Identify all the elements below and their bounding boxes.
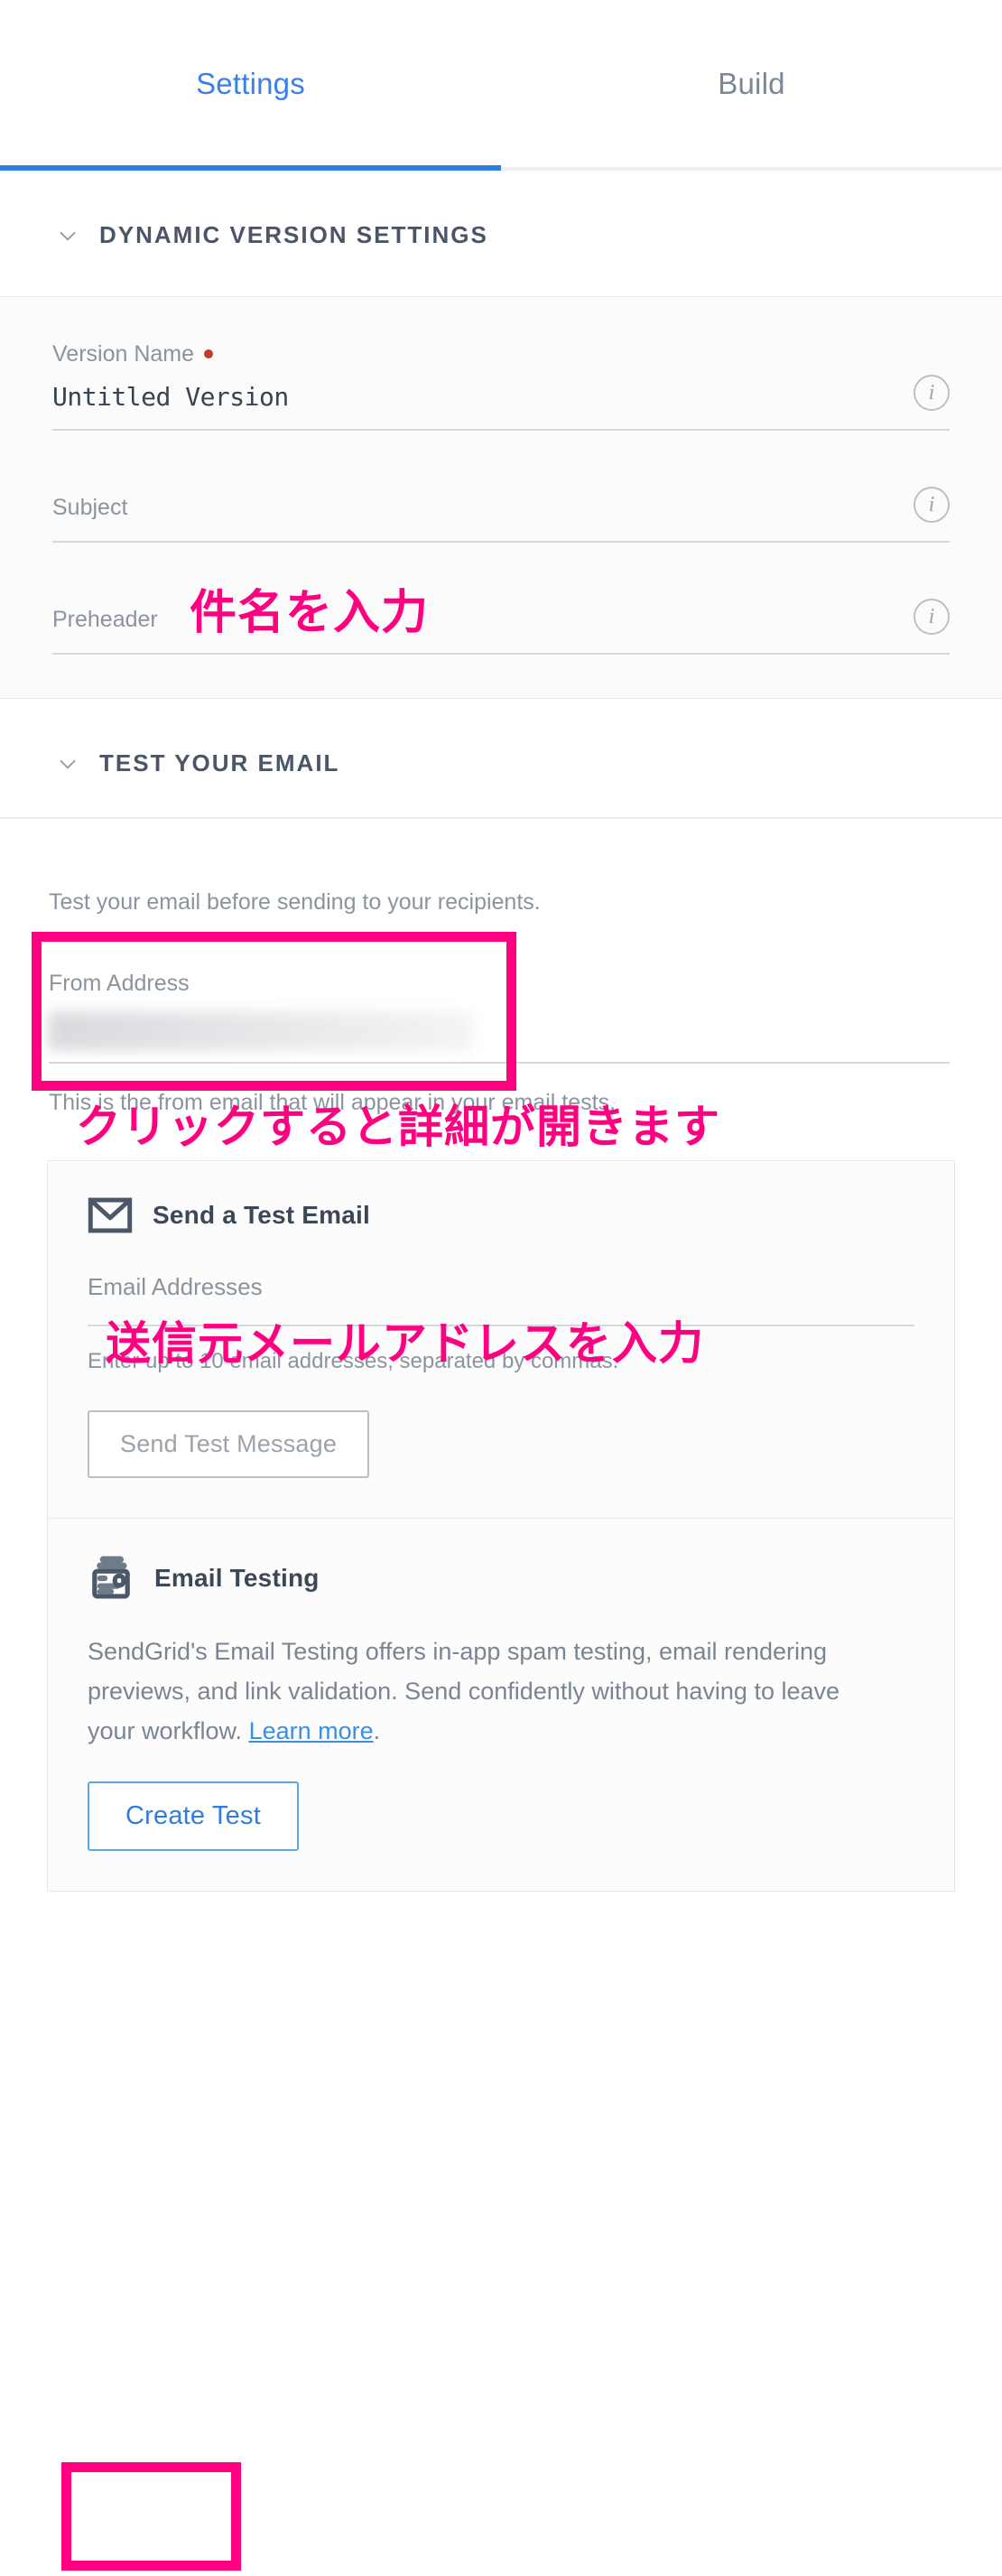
email-testing-header: Email Testing (88, 1555, 914, 1602)
field-version-name[interactable]: Version Name Untitled Version i (52, 340, 950, 436)
version-name-input[interactable]: Untitled Version (52, 382, 950, 413)
app-root: Settings Build DYNAMIC VERSION SETTINGS … (0, 0, 1002, 2576)
send-test-email-title: Send a Test Email (153, 1201, 370, 1230)
field-subject[interactable]: Subject i (52, 487, 950, 548)
from-address-input[interactable] (49, 1006, 950, 1062)
required-indicator (204, 349, 214, 358)
from-address-block: From Address This is the from email that… (0, 918, 1002, 1119)
email-testing-title: Email Testing (154, 1564, 320, 1593)
tab-build[interactable]: Build (501, 0, 1002, 167)
tab-build-label: Build (718, 66, 785, 100)
tab-settings-label: Settings (196, 66, 305, 100)
info-icon[interactable]: i (914, 599, 950, 635)
subject-underline (52, 541, 950, 543)
tab-settings[interactable]: Settings (0, 0, 501, 167)
email-testing-section: Email Testing SendGrid's Email Testing o… (48, 1518, 954, 1891)
from-address-label: From Address (49, 971, 190, 997)
version-name-label: Version Name (52, 340, 950, 367)
create-test-button-wrap: Create Test (88, 1781, 299, 1852)
tab-active-indicator (0, 165, 501, 171)
test-email-card: Send a Test Email Email Addresses Enter … (47, 1160, 955, 1892)
test-your-email-description: Test your email before sending to your r… (49, 889, 541, 915)
preheader-label: Preheader (52, 607, 158, 632)
send-test-message-button[interactable]: Send Test Message (88, 1410, 370, 1479)
dynamic-version-settings-title: DYNAMIC VERSION SETTINGS (99, 221, 488, 248)
document-stack-icon (92, 1556, 130, 1599)
info-icon[interactable]: i (914, 375, 950, 411)
test-your-email-header[interactable]: TEST YOUR EMAIL (0, 699, 1002, 817)
envelope-icon (88, 1197, 133, 1233)
redacted-value (49, 1011, 473, 1052)
dynamic-version-settings-panel: Version Name Untitled Version i Subject … (0, 296, 1002, 699)
subject-label: Subject (52, 495, 128, 520)
learn-more-link[interactable]: Learn more (249, 1717, 374, 1744)
preheader-underline (52, 653, 950, 655)
info-icon[interactable]: i (914, 487, 950, 523)
annotation-test-email-note: クリックすると詳細が開きます (76, 1101, 720, 1153)
annotation-from-address-note: 送信元メールアドレスを入力 (106, 1317, 704, 1370)
test-your-email-title: TEST YOUR EMAIL (99, 749, 340, 777)
chevron-down-icon (60, 231, 76, 240)
version-name-underline (52, 429, 950, 431)
from-address-underline (49, 1062, 950, 1065)
send-test-email-header: Send a Test Email (88, 1197, 914, 1233)
email-addresses-label: Email Addresses (88, 1273, 263, 1301)
email-testing-body: SendGrid's Email Testing offers in-app s… (88, 1632, 855, 1751)
chevron-down-icon (60, 759, 76, 768)
annotation-highlight-create-test (61, 2462, 241, 2571)
email-testing-body-end: . (373, 1716, 381, 1744)
tab-bar: Settings Build (0, 0, 1002, 171)
dynamic-version-settings-header[interactable]: DYNAMIC VERSION SETTINGS (0, 169, 1002, 296)
field-preheader[interactable]: Preheader i (52, 599, 950, 660)
annotation-subject-note: 件名を入力 (190, 586, 430, 640)
email-testing-body-text: SendGrid's Email Testing offers in-app s… (88, 1638, 840, 1744)
create-test-button[interactable]: Create Test (88, 1781, 299, 1852)
